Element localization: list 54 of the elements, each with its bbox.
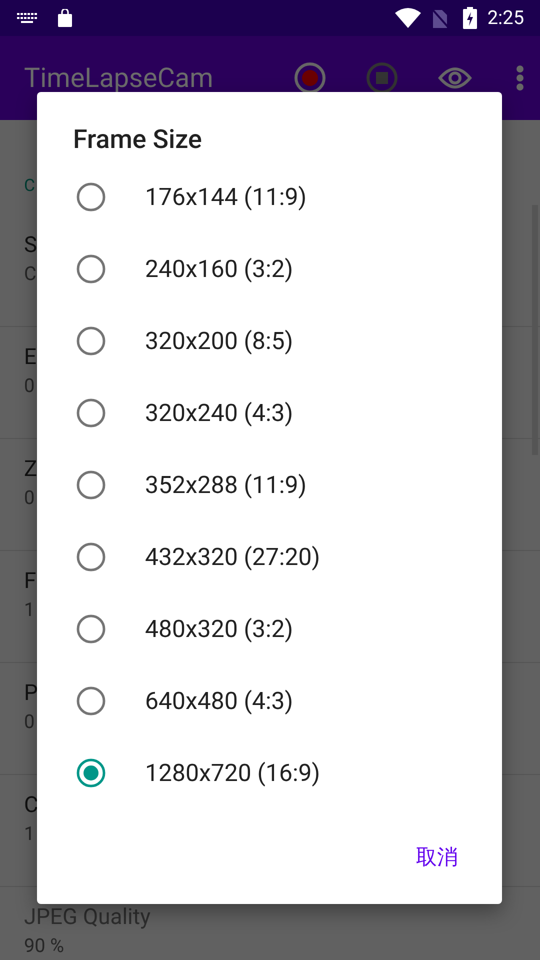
setting-title: F: [24, 568, 36, 596]
radio-button[interactable]: [75, 253, 107, 285]
option-label: 640x480 (4:3): [145, 686, 294, 717]
more-icon[interactable]: [516, 65, 524, 91]
setting-summary: 0: [24, 373, 35, 399]
option-label: 176x144 (11:9): [145, 182, 307, 213]
dialog-title: Frame Size: [73, 124, 202, 156]
radio-button[interactable]: [75, 397, 107, 429]
status-time: 2:25: [487, 4, 524, 31]
radio-option[interactable]: 240x160 (3:2): [37, 233, 502, 305]
setting-title: C: [24, 792, 38, 820]
setting-summary: 1: [24, 597, 35, 623]
category-header: C: [24, 176, 36, 196]
setting-title: P: [24, 680, 38, 708]
radio-option[interactable]: 320x200 (8:5): [37, 305, 502, 377]
radio-option[interactable]: 320x240 (4:3): [37, 377, 502, 449]
radio-option[interactable]: 176x144 (11:9): [37, 161, 502, 233]
setting-title: S: [24, 232, 38, 260]
radio-button[interactable]: [75, 757, 107, 789]
radio-button[interactable]: [75, 685, 107, 717]
setting-summary: 1: [24, 821, 35, 847]
setting-title: Z: [24, 456, 38, 484]
option-label: 320x200 (8:5): [145, 326, 294, 357]
eye-icon[interactable]: [438, 66, 472, 90]
no-sim-icon: [431, 8, 450, 28]
setting-summary: 90 %: [24, 933, 64, 959]
setting-summary: C: [24, 261, 36, 287]
setting-summary: 0: [24, 709, 35, 735]
keyboard-icon: [16, 11, 38, 25]
cancel-button[interactable]: 取消: [408, 834, 466, 882]
battery-charging-icon: [463, 7, 478, 29]
option-label: 240x160 (3:2): [145, 254, 294, 285]
radio-option[interactable]: 432x320 (27:20): [37, 521, 502, 593]
radio-button[interactable]: [75, 469, 107, 501]
radio-option[interactable]: 640x480 (4:3): [37, 665, 502, 737]
record-icon[interactable]: [294, 62, 326, 94]
option-label: 480x320 (3:2): [145, 614, 294, 645]
radio-button[interactable]: [75, 613, 107, 645]
stop-icon[interactable]: [366, 62, 398, 94]
option-label: 432x320 (27:20): [145, 542, 320, 573]
radio-button[interactable]: [75, 325, 107, 357]
option-label: 352x288 (11:9): [145, 470, 307, 501]
radio-option[interactable]: 480x320 (3:2): [37, 593, 502, 665]
option-label: 320x240 (4:3): [145, 398, 294, 429]
app-title: TimeLapseCam: [24, 60, 214, 96]
radio-option[interactable]: 1280x720 (16:9): [37, 737, 502, 809]
radio-button[interactable]: [75, 181, 107, 213]
radio-button[interactable]: [75, 541, 107, 573]
wifi-icon: [395, 8, 422, 28]
option-label: 1280x720 (16:9): [145, 758, 320, 789]
setting-title: E: [24, 344, 37, 372]
setting-summary: 0: [24, 485, 35, 511]
radio-option[interactable]: 352x288 (11:9): [37, 449, 502, 521]
shopping-bag-icon: [58, 9, 72, 27]
